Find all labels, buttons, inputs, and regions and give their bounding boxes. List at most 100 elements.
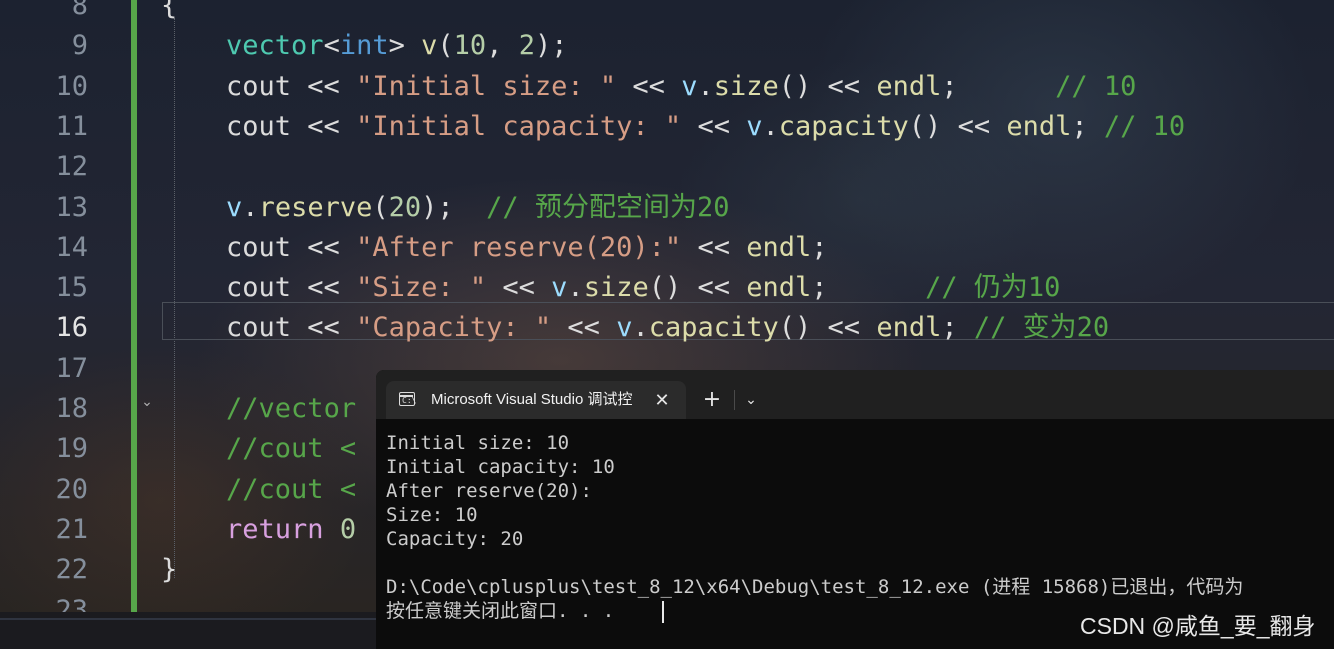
console-tab-bar: C:\ Microsoft Visual Studio 调试控 ✕ + ⌄ [376, 370, 1334, 419]
console-output-line: Initial capacity: 10 [386, 456, 615, 478]
code-token: { [161, 0, 178, 21]
code-token: endl [876, 70, 942, 102]
console-tab-title: Microsoft Visual Studio 调试控 [431, 391, 633, 408]
code-token: () << [908, 110, 1007, 142]
code-line[interactable]: cout << "Initial capacity: " << v.capaci… [161, 107, 1185, 147]
new-tab-button[interactable]: + [698, 386, 726, 414]
line-number: 20 [55, 473, 88, 505]
code-line[interactable]: cout << "Initial size: " << v.size() << … [161, 67, 1136, 107]
code-token: << [551, 312, 617, 344]
code-token: << [616, 70, 682, 102]
code-token: // 变为20 [973, 312, 1110, 344]
code-token: "Initial capacity: " [356, 110, 682, 142]
code-token: . [242, 191, 259, 223]
code-token: ; [941, 70, 1056, 102]
code-token: . [762, 110, 779, 142]
code-token: capacity [648, 312, 779, 344]
code-token: 20 [388, 191, 422, 223]
code-token: 10 [453, 30, 487, 62]
code-token: 0 [339, 513, 357, 545]
code-line[interactable]: v.reserve(20); // 预分配空间为20 [161, 188, 729, 228]
code-token: v [681, 70, 698, 102]
code-token: cout << [161, 110, 357, 142]
code-token: ); [421, 191, 487, 223]
line-number: 22 [55, 554, 88, 586]
code-token: size [713, 70, 779, 102]
code-token: cout << [161, 272, 357, 304]
code-token: << [486, 272, 552, 304]
code-token: ( [437, 30, 454, 62]
code-token: "After reserve(20):" [356, 231, 682, 263]
tab-dropdown-chevron-icon[interactable]: ⌄ [739, 386, 763, 414]
console-output-line: After reserve(20): [386, 480, 592, 502]
code-token: < [323, 30, 340, 62]
line-number: 15 [55, 272, 88, 304]
console-window[interactable]: C:\ Microsoft Visual Studio 调试控 ✕ + ⌄ In… [376, 370, 1334, 649]
code-token: "Initial size: " [356, 70, 617, 102]
code-token: vector [226, 30, 324, 62]
line-number: 21 [55, 513, 88, 545]
code-token: endl [746, 272, 812, 304]
code-token: , [486, 30, 519, 62]
line-number: 9 [71, 30, 88, 62]
code-line[interactable]: { [161, 0, 177, 26]
code-token: ); [534, 30, 568, 62]
code-token: > [388, 30, 422, 62]
close-tab-icon[interactable]: ✕ [650, 389, 674, 413]
code-token: () << [778, 70, 877, 102]
code-line[interactable]: cout << "After reserve(20):" << endl; [161, 228, 828, 268]
code-token: "Size: " [356, 272, 487, 304]
code-token: 2 [518, 30, 535, 62]
code-token: () << [778, 312, 877, 344]
code-token: endl [876, 312, 942, 344]
console-output-line: 按任意键关闭此窗口. . . [386, 600, 615, 622]
code-token: //vector [226, 393, 357, 424]
code-token: v [551, 272, 568, 304]
code-token: reserve [258, 191, 373, 223]
code-token: return [226, 513, 324, 545]
code-token: // 10 [1103, 110, 1186, 142]
code-line[interactable]: //cout < [161, 470, 356, 510]
text-cursor [662, 601, 664, 623]
code-token: // 预分配空间为20 [486, 191, 730, 223]
code-token: // 仍为10 [925, 272, 1061, 304]
console-tab[interactable]: C:\ Microsoft Visual Studio 调试控 ✕ [386, 381, 686, 419]
code-token: << [681, 231, 747, 263]
console-output-line: D:\Code\cplusplus\test_8_12\x64\Debug\te… [386, 576, 1244, 598]
terminal-icon: C:\ [399, 392, 416, 406]
code-token: capacity [778, 110, 909, 142]
line-number: 14 [55, 231, 88, 263]
code-token: . [632, 312, 649, 344]
code-token: "Capacity: " [356, 312, 552, 344]
code-line[interactable]: cout << "Capacity: " << v.capacity() << … [161, 308, 1109, 348]
code-token: // 10 [1055, 70, 1137, 102]
code-token: } [161, 554, 178, 586]
line-number: 12 [55, 151, 88, 183]
code-token: ( [372, 191, 389, 223]
code-line[interactable]: //vector [161, 389, 356, 429]
line-number-gutter: 8 9 10 11 12 13 14 15 16 17 18 19 20 21 22 23 [0, 0, 130, 626]
fold-chevron-icon[interactable]: ⌄ [139, 392, 155, 412]
code-line[interactable]: return 0 [161, 510, 356, 550]
editor-scrollbar[interactable] [0, 618, 376, 620]
code-line[interactable]: cout << "Size: " << v.size() << endl; //… [161, 268, 1060, 308]
line-number: 17 [55, 352, 88, 384]
code-token: () << [648, 272, 747, 304]
code-line[interactable]: } [161, 550, 177, 590]
code-token: cout << [161, 70, 357, 102]
code-line[interactable]: vector<int> v(10, 2); [161, 26, 567, 66]
code-token: v [421, 30, 438, 62]
code-line[interactable]: //cout < [161, 429, 356, 469]
line-number: 8 [71, 0, 88, 21]
code-token: v [226, 191, 243, 223]
desktop-screenshot: 8 9 10 11 12 13 14 15 16 17 18 19 20 21 22 23 ⌄ { vecto… [0, 0, 1334, 649]
code-token: //cout < [226, 433, 357, 465]
console-output-line: Size: 10 [386, 504, 478, 526]
code-token: int [339, 30, 389, 62]
